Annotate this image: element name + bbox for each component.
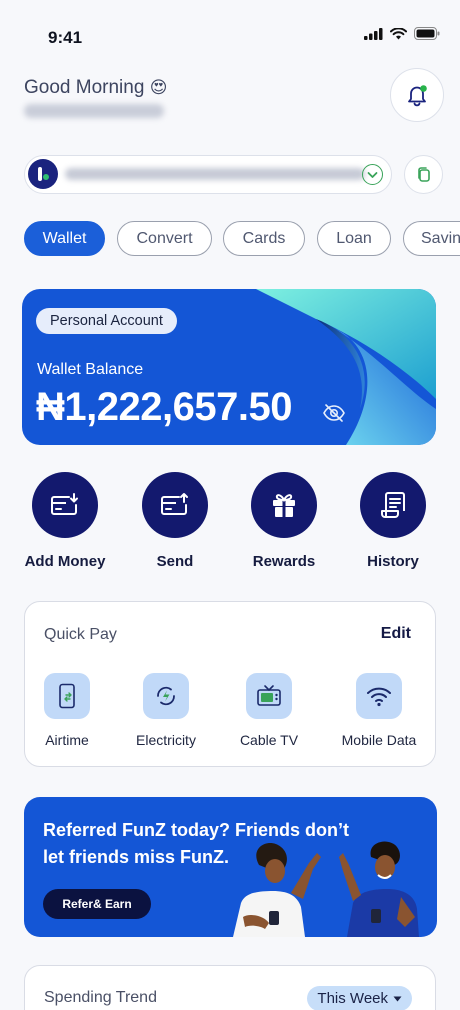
status-time: 9:41 <box>48 28 83 47</box>
quick-pay-card: Quick Pay Edit Airtime Electricity Cable… <box>24 601 436 767</box>
caret-down-icon <box>393 996 402 1001</box>
mobile-data-label: Mobile Data <box>341 732 417 748</box>
phone-icon <box>44 673 90 719</box>
greeting: Good Morning 😍 <box>24 77 167 99</box>
rewards-label: Rewards <box>252 553 316 570</box>
wifi-status-icon <box>390 27 407 39</box>
tab-cards[interactable]: Cards <box>223 221 305 256</box>
tab-loan[interactable]: Loan <box>317 221 391 256</box>
receipt-icon <box>360 472 426 538</box>
refer-earn-button[interactable]: Refer& Earn <box>43 889 151 919</box>
quick-pay-electricity[interactable]: Electricity <box>116 673 216 748</box>
wallet-balance-amount: ₦1,222,657.50 <box>36 385 292 429</box>
spending-trend-card: Spending Trend This Week <box>24 965 436 1010</box>
greeting-text: Good Morning <box>24 77 145 98</box>
account-selector[interactable] <box>24 155 392 194</box>
copy-icon <box>417 166 430 182</box>
tab-savings[interactable]: Savings <box>403 221 460 256</box>
history-button[interactable]: History <box>343 472 443 570</box>
tv-icon <box>246 673 292 719</box>
send-button[interactable]: Send <box>125 472 225 570</box>
notifications-button[interactable] <box>390 68 444 122</box>
send-icon <box>142 472 208 538</box>
history-label: History <box>367 553 419 570</box>
wifi-icon <box>356 673 402 719</box>
tab-wallet[interactable]: Wallet <box>24 221 105 256</box>
account-type-badge: Personal Account <box>36 308 177 334</box>
gift-icon <box>251 472 317 538</box>
bank-logo-icon <box>28 159 58 189</box>
copy-account-button[interactable] <box>404 155 443 194</box>
rewards-button[interactable]: Rewards <box>234 472 334 570</box>
add-money-label: Add Money <box>24 553 106 570</box>
electricity-label: Electricity <box>136 732 196 748</box>
status-bar: 9:41 <box>0 0 460 70</box>
tab-convert[interactable]: Convert <box>117 221 212 256</box>
eye-off-icon[interactable] <box>322 403 346 423</box>
friends-illustration <box>233 841 419 937</box>
period-select-value: This Week <box>317 990 388 1007</box>
quick-pay-edit-button[interactable]: Edit <box>381 625 411 643</box>
period-select[interactable]: This Week <box>307 986 412 1010</box>
wallet-card: Personal Account Wallet Balance ₦1,222,6… <box>22 289 436 445</box>
add-money-icon <box>32 472 98 538</box>
battery-icon <box>414 27 440 40</box>
signal-icon <box>364 27 383 40</box>
send-label: Send <box>156 553 194 570</box>
add-money-button[interactable]: Add Money <box>15 472 115 570</box>
quick-pay-airtime[interactable]: Airtime <box>17 673 117 748</box>
chevron-down-icon[interactable] <box>362 164 383 185</box>
spending-trend-title: Spending Trend <box>44 989 157 1006</box>
greeting-emoji: 😍 <box>149 78 168 97</box>
wallet-balance-label: Wallet Balance <box>37 361 144 378</box>
quick-pay-cable-tv[interactable]: Cable TV <box>219 673 319 748</box>
account-number-blurred <box>65 168 365 180</box>
status-icons <box>364 27 440 40</box>
electricity-icon <box>143 673 189 719</box>
bell-icon <box>408 85 427 107</box>
quick-pay-mobile-data[interactable]: Mobile Data <box>329 673 429 748</box>
referral-banner[interactable]: Referred FunZ today? Friends don’t let f… <box>24 797 437 937</box>
tab-bar: Wallet Convert Cards Loan Savings <box>24 221 460 257</box>
cable-tv-label: Cable TV <box>239 732 299 748</box>
quick-pay-title: Quick Pay <box>44 626 117 643</box>
username-blurred <box>24 104 164 118</box>
airtime-label: Airtime <box>45 732 89 748</box>
